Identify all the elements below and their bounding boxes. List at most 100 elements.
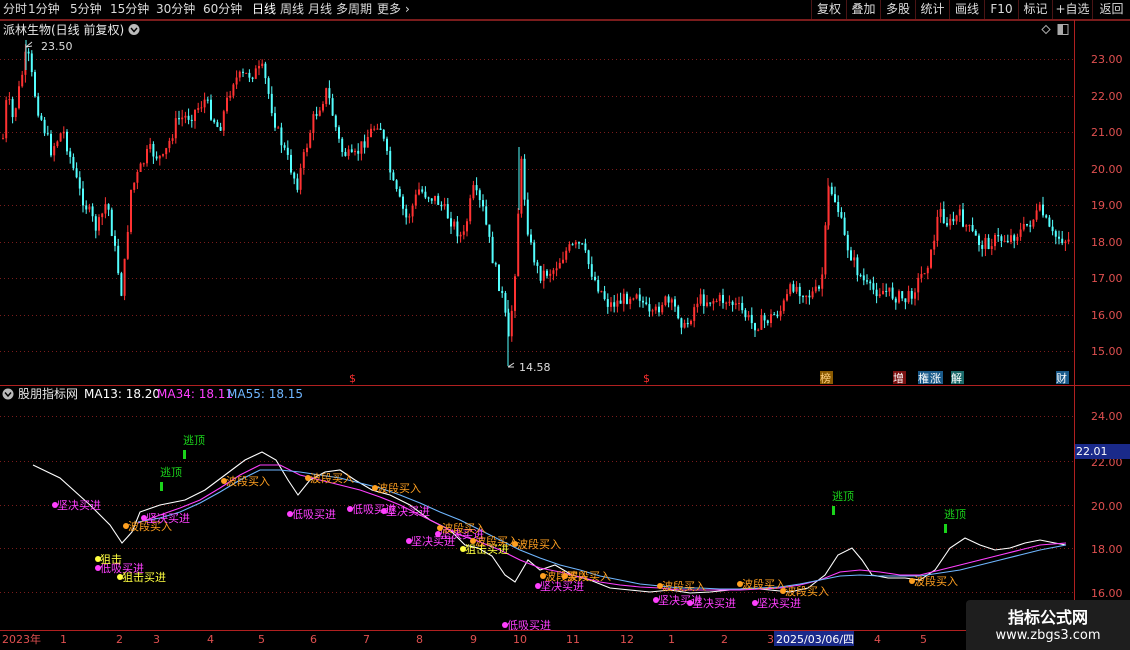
- candle-body: [638, 294, 641, 301]
- indicator-signal: 波段买入: [517, 537, 561, 551]
- candle-body: [971, 224, 974, 231]
- candle-body: [866, 280, 868, 282]
- event-marker: 解: [951, 371, 962, 385]
- candle-body: [2, 138, 4, 140]
- candle-body: [494, 263, 497, 265]
- indicator-signal: 坚决买进: [692, 597, 736, 610]
- candle-body: [568, 244, 571, 251]
- candle-body: [930, 249, 932, 268]
- candle-body: [680, 318, 683, 328]
- candle-body: [821, 274, 824, 289]
- candle-body: [88, 206, 91, 210]
- candle-body: [354, 150, 356, 153]
- candle-body: [274, 113, 276, 128]
- candle-body: [94, 216, 97, 231]
- event-marker: 榜: [820, 371, 831, 385]
- event-markers: $ $ 榜 增 権 涨 解 财: [349, 371, 1069, 385]
- candle-body: [117, 245, 120, 274]
- candle-body: [69, 151, 72, 157]
- candle-body: [280, 127, 283, 146]
- stock-chart[interactable]: 逃顶逃顶逃顶逃顶坚决买进波段买入坚决买进低吸买进狙击低吸买进狙击买进波段买入低吸…: [0, 0, 1130, 650]
- candle-body: [382, 129, 385, 139]
- candle-body: [632, 298, 635, 300]
- candle-body: [539, 265, 542, 281]
- candle-body: [402, 196, 404, 209]
- candle-body: [674, 299, 676, 307]
- time-tick: 1: [668, 633, 675, 646]
- candle-body: [670, 299, 673, 303]
- candle-body: [254, 68, 257, 79]
- candle-body: [120, 273, 123, 296]
- candle-body: [37, 96, 40, 116]
- candle-body: [706, 302, 708, 307]
- candle-body: [565, 250, 568, 260]
- diamond-icon[interactable]: [1041, 24, 1051, 35]
- candle-body: [50, 133, 52, 156]
- indicator-axis: 24.00 22.00 20.00 18.00 16.00: [1091, 410, 1123, 600]
- candle-body: [421, 189, 424, 192]
- low-arrow-icon: [507, 362, 515, 368]
- candle-body: [1048, 217, 1051, 227]
- event-marker: $: [643, 372, 650, 385]
- candle-body: [962, 209, 964, 227]
- price-tick: 20.00: [1091, 163, 1123, 176]
- candle-body: [370, 128, 372, 137]
- candle-body: [715, 300, 718, 302]
- candle-body: [629, 298, 632, 304]
- candle-body: [395, 180, 398, 190]
- candle-body: [27, 51, 30, 54]
- candle-body: [430, 198, 433, 201]
- candle-body: [958, 209, 961, 216]
- event-marker: 增: [893, 371, 904, 385]
- candle-body: [533, 242, 536, 263]
- candle-body: [101, 213, 104, 218]
- candle-body: [98, 217, 100, 231]
- window-icon[interactable]: [1057, 24, 1069, 35]
- candle-body: [904, 298, 907, 303]
- current-value-label: 22.01: [1076, 445, 1108, 458]
- indicator-signal: 坚决买进: [57, 499, 101, 512]
- candle-body: [987, 237, 990, 250]
- candle-body: [408, 216, 411, 218]
- indicator-signal: 逃顶: [832, 490, 854, 503]
- candle-body: [725, 302, 728, 304]
- time-tick: 3: [767, 633, 774, 646]
- candle-body: [1067, 239, 1070, 242]
- candle-body: [520, 158, 523, 214]
- indicator-menu-icon[interactable]: [2, 388, 14, 400]
- indicator-tick: 24.00: [1091, 410, 1123, 423]
- candle-body: [763, 315, 766, 321]
- candle-body: [850, 250, 852, 261]
- candle-body: [488, 224, 491, 237]
- candle-body: [168, 140, 171, 149]
- chevron-down-icon[interactable]: [128, 24, 140, 35]
- high-arrow-icon: [25, 41, 33, 48]
- candle-body: [194, 109, 196, 122]
- top-signal-bar: [832, 506, 835, 515]
- candle-body: [734, 303, 737, 305]
- candle-body: [949, 218, 952, 226]
- candle-body: [427, 197, 430, 199]
- candle-body: [555, 268, 558, 271]
- candle-body: [875, 289, 878, 297]
- candle-body: [1019, 229, 1022, 237]
- candle-body: [542, 270, 545, 281]
- indicator-signal: 波段买入: [377, 481, 421, 495]
- time-tick: 8: [416, 633, 423, 646]
- candle-body: [622, 293, 625, 304]
- ma34-label: MA34: 18.11: [157, 387, 233, 401]
- candle-body: [952, 218, 955, 222]
- candle-body: [190, 119, 193, 122]
- indicator-signal: 坚决买进: [757, 597, 801, 610]
- candle-body: [965, 225, 968, 227]
- candle-body: [843, 217, 846, 235]
- candle-body: [667, 296, 670, 303]
- candle-body: [78, 177, 81, 189]
- time-tick: 3: [153, 633, 160, 646]
- candle-body: [658, 306, 660, 313]
- indicator-signal: 波段买入: [226, 474, 270, 488]
- price-tick: 16.00: [1091, 309, 1123, 322]
- candle-body: [43, 119, 46, 134]
- candle-body: [267, 78, 270, 94]
- indicator-signals: 逃顶逃顶逃顶逃顶坚决买进波段买入坚决买进低吸买进狙击低吸买进狙击买进波段买入低吸…: [52, 434, 966, 632]
